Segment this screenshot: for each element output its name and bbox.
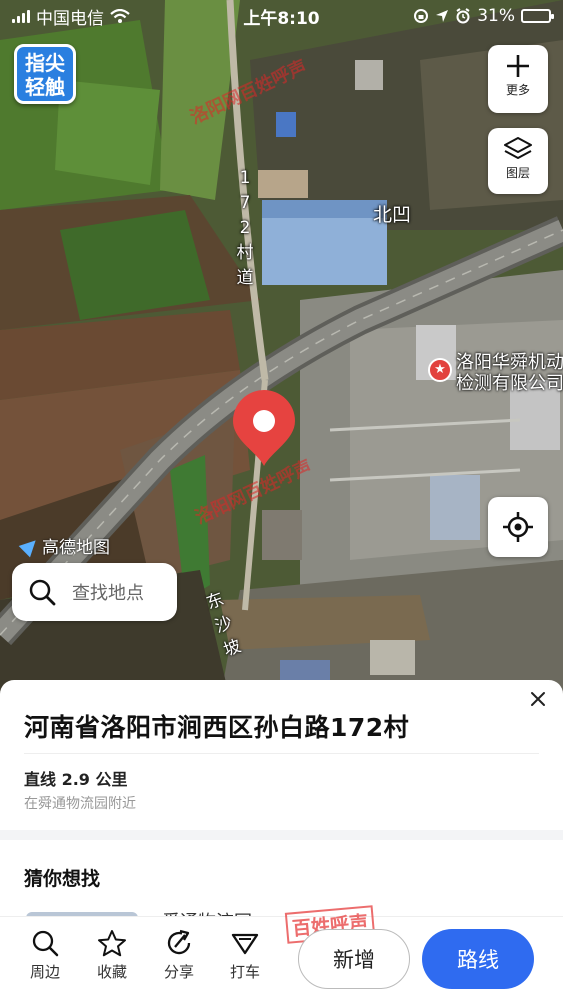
logo-line-2: 轻触 xyxy=(25,75,65,99)
carrier-name: 中国电信 xyxy=(36,8,104,29)
app-logo: 指尖 轻触 xyxy=(14,44,76,104)
address-title: 河南省洛阳市涧西区孙白路172村 xyxy=(24,713,410,742)
more-button[interactable]: 更多 xyxy=(488,45,548,113)
nearby-text: 在舜通物流园附近 xyxy=(24,796,136,812)
bottom-toolbar: 周边 收藏 分享 打车 百姓呼声 新增 路线 xyxy=(0,905,563,1000)
layers-button[interactable]: 图层 xyxy=(488,128,548,194)
rotation-lock-icon xyxy=(414,9,429,23)
map-provider-logo: 高德地图 xyxy=(18,533,110,558)
search-icon xyxy=(29,579,56,606)
village-road-char: 道 xyxy=(236,268,254,288)
poi-name: 洛阳华舜机动车 检测有限公司 xyxy=(456,352,563,394)
nearby-label: 周边 xyxy=(29,963,60,981)
status-bar: 中国电信 上午8:10 31% xyxy=(0,0,563,32)
village-road-label: 1 7 2 村 道 xyxy=(235,166,255,291)
signal-icon xyxy=(12,9,30,23)
layers-icon xyxy=(504,137,532,159)
village-road-char: 2 xyxy=(239,218,251,238)
close-icon[interactable] xyxy=(525,686,551,712)
route-button[interactable]: 路线 xyxy=(422,929,534,989)
suggestions-title: 猜你想找 xyxy=(24,868,101,890)
village-road-char: 村 xyxy=(236,243,254,263)
taxi-icon xyxy=(231,933,259,955)
locate-me-button[interactable] xyxy=(488,497,548,557)
location-pin-icon[interactable] xyxy=(231,390,297,468)
logo-line-1: 指尖 xyxy=(25,51,65,75)
alarm-icon xyxy=(456,8,470,24)
share-icon xyxy=(167,929,191,955)
search-icon xyxy=(32,930,59,957)
nearby-button[interactable]: 周边 xyxy=(18,929,72,982)
search-input[interactable]: 查找地点 xyxy=(12,563,177,621)
distance-text: 直线 2.9 公里 xyxy=(24,770,128,789)
star-icon xyxy=(98,930,126,957)
more-label: 更多 xyxy=(505,83,530,97)
section-separator xyxy=(0,830,563,840)
battery-icon xyxy=(521,9,554,23)
share-label: 分享 xyxy=(163,963,194,981)
village-road-char: 7 xyxy=(239,193,251,213)
wifi-icon xyxy=(110,9,130,23)
favorite-label: 收藏 xyxy=(96,963,127,981)
search-placeholder: 查找地点 xyxy=(72,583,144,604)
star-icon: ★ xyxy=(428,358,452,382)
taxi-button[interactable]: 打车 xyxy=(218,929,272,982)
divider xyxy=(24,753,539,754)
map-view[interactable]: 中国电信 上午8:10 31% 指尖 轻触 洛阳网百姓呼声 更多 图层 1 7 … xyxy=(0,0,563,700)
add-button[interactable]: 新增 xyxy=(298,929,410,989)
poi-marker[interactable]: ★ 洛阳华舜机动车 检测有限公司 xyxy=(428,352,563,394)
place-label-beiao: 北凹 xyxy=(373,204,412,226)
battery-percent: 31% xyxy=(477,6,515,26)
layers-label: 图层 xyxy=(505,166,530,180)
crosshair-icon xyxy=(503,512,533,542)
amap-arrow-icon xyxy=(18,534,42,557)
location-arrow-icon xyxy=(436,10,449,22)
taxi-label: 打车 xyxy=(229,963,260,981)
map-provider-name: 高德地图 xyxy=(42,538,110,558)
share-button[interactable]: 分享 xyxy=(152,929,206,982)
village-road-char: 1 xyxy=(239,168,251,188)
plus-icon xyxy=(507,55,529,77)
favorite-button[interactable]: 收藏 xyxy=(85,929,139,982)
